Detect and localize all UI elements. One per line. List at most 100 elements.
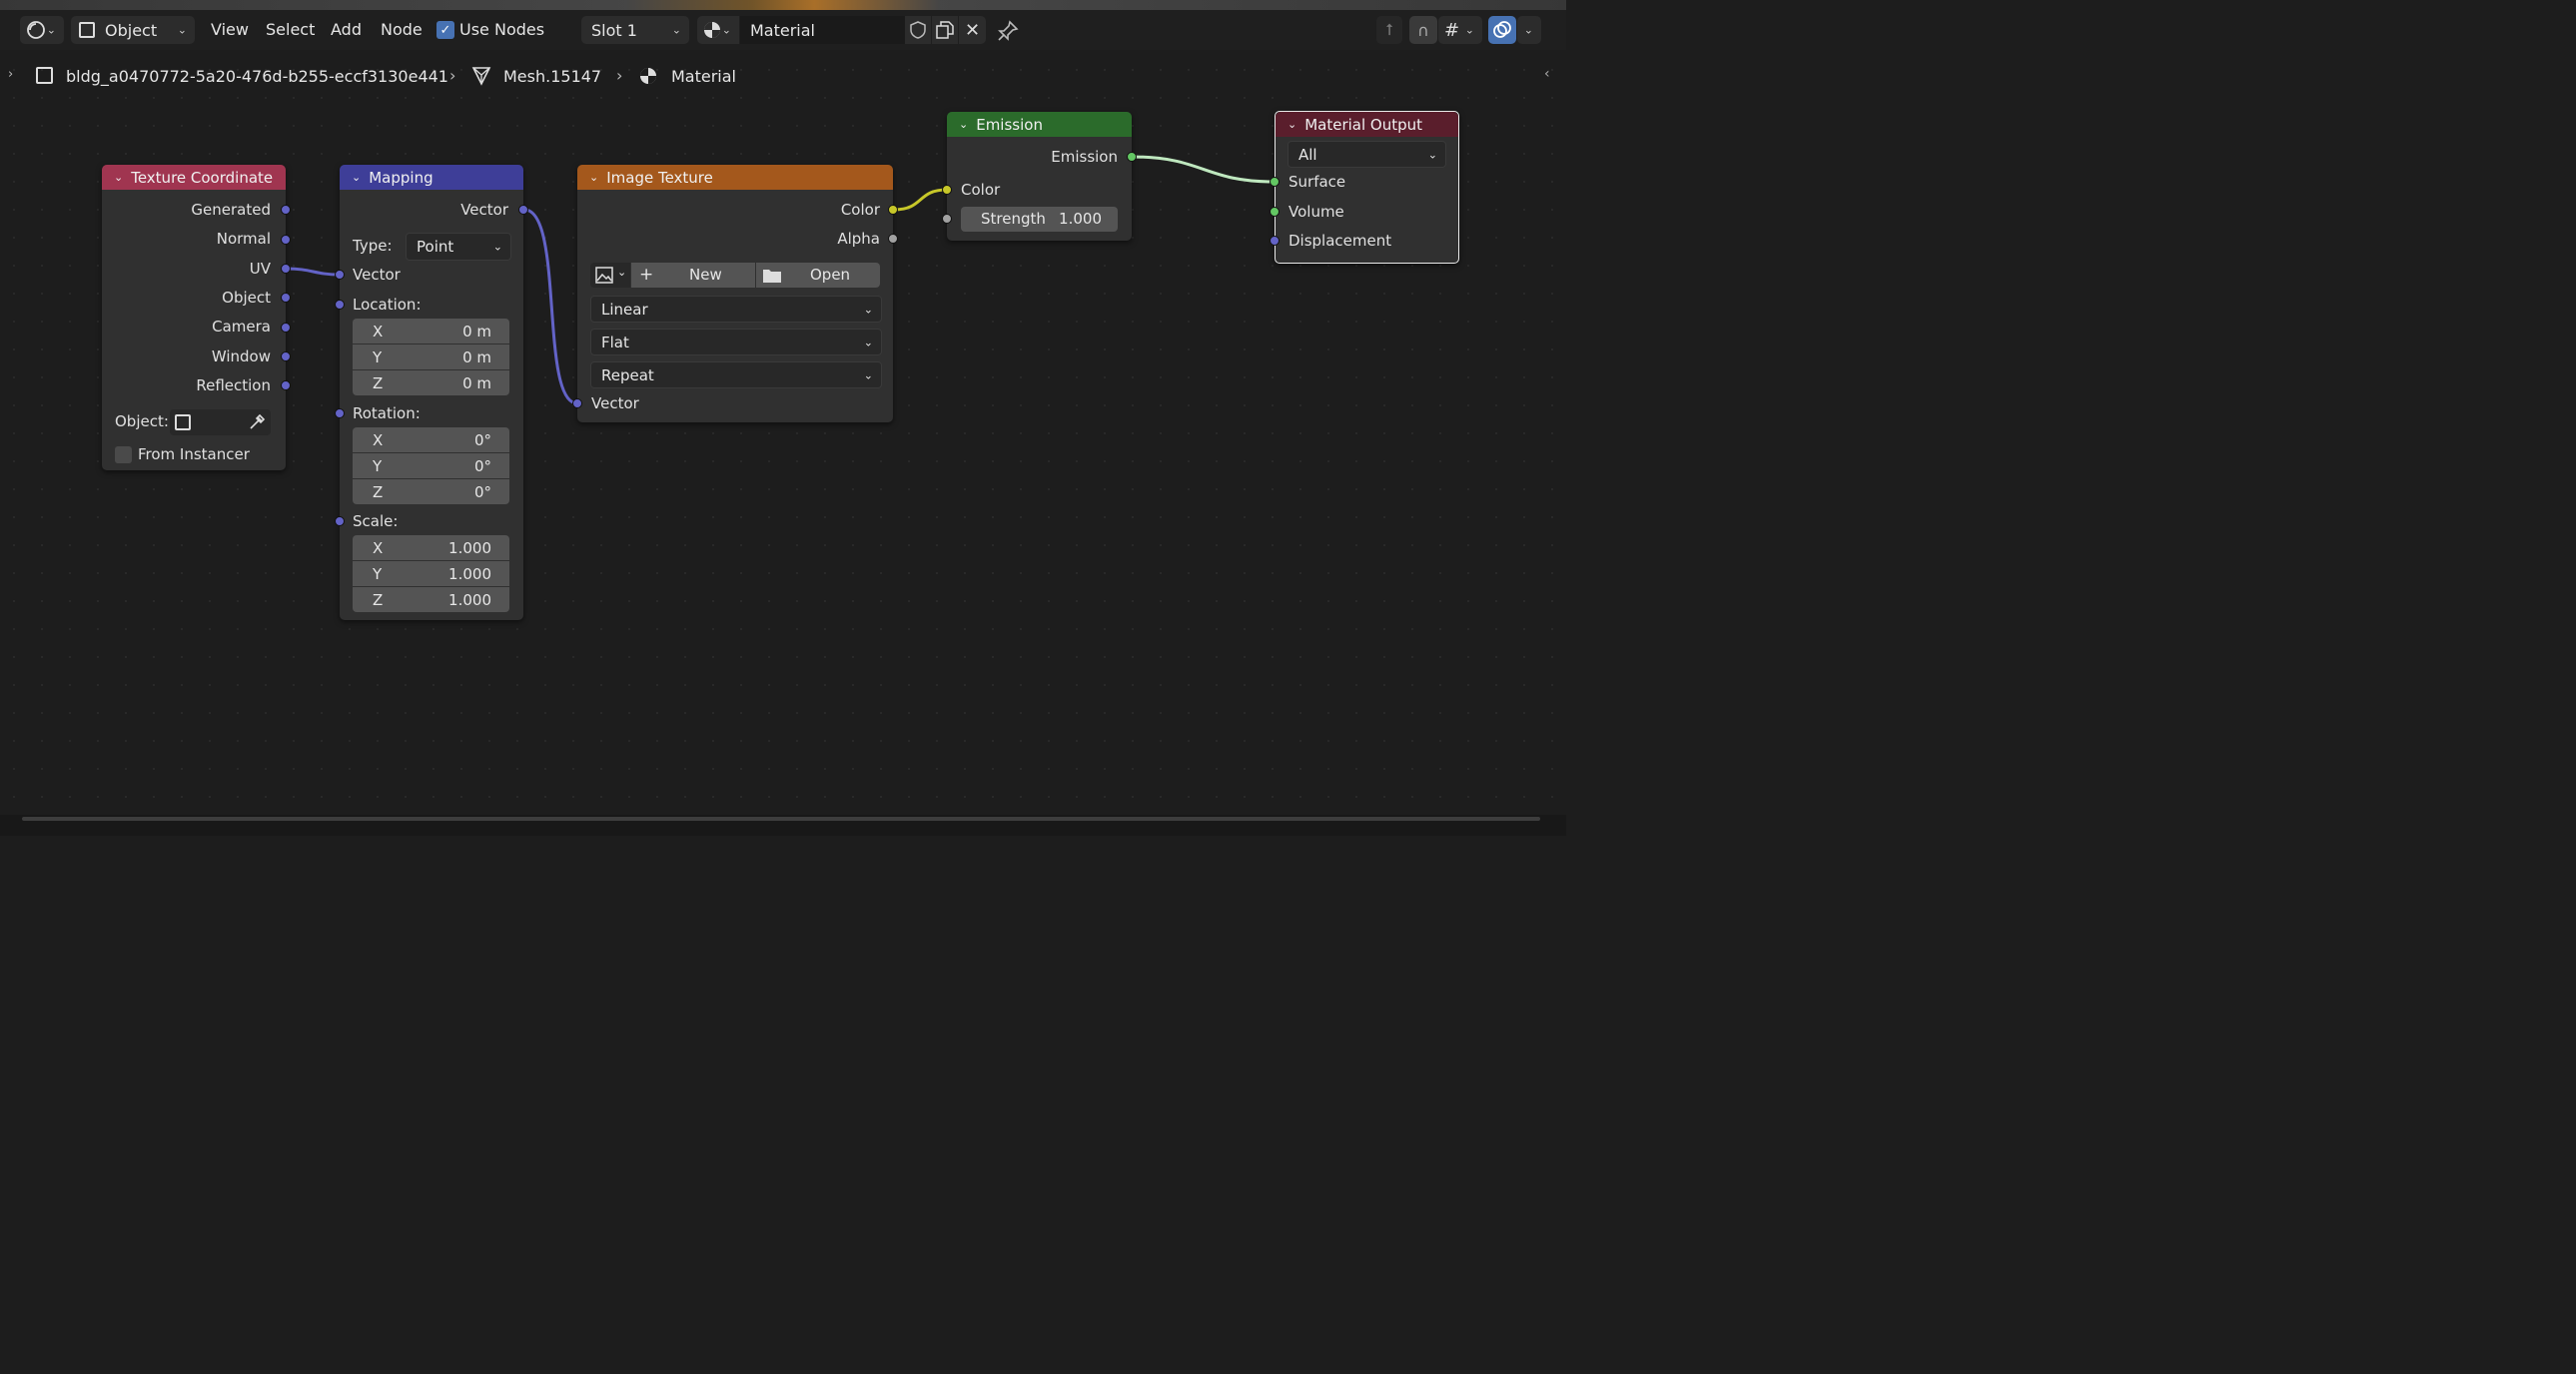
duplicate-material-button[interactable] (932, 16, 958, 44)
socket-rotation[interactable] (335, 408, 345, 418)
node-header[interactable]: ⌄ Mapping (340, 165, 523, 190)
menu-view[interactable]: View (211, 20, 249, 39)
use-nodes-checkbox[interactable]: ✓ (436, 21, 454, 39)
extension-dropdown[interactable]: Repeat ⌄ (590, 361, 882, 388)
node-header[interactable]: ⌄ Emission (947, 112, 1132, 137)
collapse-chevron-icon[interactable]: ⌄ (589, 171, 598, 184)
menu-node[interactable]: Node (381, 20, 423, 39)
type-dropdown[interactable]: Point ⌄ (406, 233, 511, 261)
socket-input-color[interactable] (942, 185, 952, 195)
rotation-x-field[interactable]: X 0° (353, 427, 509, 452)
socket-color[interactable] (888, 205, 898, 215)
axis-value: 0 m (462, 347, 491, 366)
chevron-down-icon: ⌄ (863, 303, 873, 316)
axis-value: 0° (473, 482, 491, 501)
collapse-chevron-icon[interactable]: ⌄ (1288, 118, 1296, 131)
node-material-output[interactable]: ⌄ Material Output All ⌄ Surface Volume D… (1270, 111, 1459, 264)
menu-add[interactable]: Add (331, 20, 362, 39)
socket-emission[interactable] (1127, 152, 1137, 162)
socket-volume[interactable] (1270, 207, 1280, 217)
projection-dropdown[interactable]: Flat ⌄ (590, 329, 882, 355)
location-z-field[interactable]: Z 0 m (353, 370, 509, 395)
extension-value: Repeat (601, 365, 654, 384)
horizontal-scrollbar[interactable] (22, 817, 1540, 821)
snap-toggle[interactable]: ∩ (1409, 16, 1437, 44)
socket-normal[interactable] (281, 235, 291, 245)
location-x-field[interactable]: X 0 m (353, 319, 509, 344)
snap-element-dropdown[interactable]: # ⌄ (1438, 16, 1482, 44)
node-texture-coordinate[interactable]: ⌄ Texture Coordinate Generated Normal UV… (102, 165, 291, 470)
socket-input-vector[interactable] (572, 398, 582, 408)
parent-node-tree-button[interactable]: ⭡ (1376, 16, 1402, 44)
pin-button[interactable] (997, 20, 1019, 46)
unlink-material-button[interactable]: ✕ (959, 16, 986, 44)
socket-camera[interactable] (281, 323, 291, 333)
socket-window[interactable] (281, 351, 291, 361)
socket-location[interactable] (335, 300, 345, 310)
chevron-down-icon: ⌄ (721, 23, 731, 37)
axis-label: Y (373, 456, 383, 475)
node-editor-icon (27, 21, 45, 39)
input-volume-label: Volume (1288, 203, 1344, 221)
menu-select[interactable]: Select (266, 20, 315, 39)
arrow-up-icon: ⭡ (1385, 20, 1393, 39)
open-image-button[interactable]: Open (756, 263, 880, 288)
collapse-chevron-icon[interactable]: ⌄ (352, 171, 361, 184)
strength-value: 1.000 (1059, 210, 1102, 228)
node-header[interactable]: ⌄ Texture Coordinate (102, 165, 286, 190)
socket-displacement[interactable] (1270, 236, 1280, 246)
node-header[interactable]: ⌄ Image Texture (577, 165, 893, 190)
image-browse-button[interactable]: ⌄ (590, 263, 630, 288)
material-browse-button[interactable]: ⌄ (697, 16, 739, 44)
target-dropdown[interactable]: All ⌄ (1288, 141, 1446, 168)
mesh-icon (471, 67, 491, 86)
interpolation-dropdown[interactable]: Linear ⌄ (590, 296, 882, 323)
folder-icon (763, 270, 781, 283)
output-alpha: Alpha (837, 230, 880, 248)
scale-y-field[interactable]: Y 1.000 (353, 561, 509, 586)
object-mode-dropdown[interactable]: Object ⌄ (71, 16, 195, 44)
editor-type-button[interactable]: ⌄ (20, 16, 64, 44)
collapse-chevron-icon[interactable]: ⌄ (114, 171, 123, 184)
output-generated: Generated (191, 201, 271, 219)
material-name-field[interactable]: Material (740, 16, 905, 44)
image-icon (595, 267, 613, 284)
overlays-icon (1493, 21, 1511, 38)
socket-surface[interactable] (1270, 177, 1280, 187)
slot-dropdown[interactable]: Slot 1 ⌄ (581, 16, 689, 44)
scale-z-field[interactable]: Z 1.000 (353, 587, 509, 612)
eyedropper-icon[interactable] (248, 413, 266, 431)
node-image-texture[interactable]: ⌄ Image Texture Color Alpha ⌄ + New Open… (572, 165, 898, 422)
socket-input-vector[interactable] (335, 270, 345, 280)
axis-label: X (373, 430, 384, 449)
node-mapping[interactable]: ⌄ Mapping Vector Type: Point ⌄ Vector Lo… (335, 165, 528, 620)
overlays-toggle[interactable] (1488, 16, 1516, 44)
strength-field[interactable]: Strength 1.000 (961, 207, 1118, 232)
socket-strength[interactable] (942, 214, 952, 224)
socket-uv[interactable] (281, 264, 291, 274)
region-toggle-icon[interactable]: ‹ (1544, 66, 1550, 82)
node-emission[interactable]: ⌄ Emission Emission Color Strength 1.000 (942, 112, 1137, 241)
collapse-chevron-icon[interactable]: ⌄ (959, 118, 968, 131)
location-y-field[interactable]: Y 0 m (353, 344, 509, 369)
socket-reflection[interactable] (281, 380, 291, 390)
socket-scale[interactable] (335, 516, 345, 526)
socket-alpha[interactable] (888, 234, 898, 244)
overlays-dropdown[interactable]: ⌄ (1517, 16, 1541, 44)
from-instancer-checkbox[interactable] (115, 446, 132, 463)
new-image-button[interactable]: + New (631, 263, 755, 288)
type-label: Type: (353, 237, 393, 255)
scale-x-field[interactable]: X 1.000 (353, 535, 509, 560)
axis-label: X (373, 538, 384, 557)
slot-label: Slot 1 (591, 20, 637, 40)
fake-user-button[interactable] (905, 16, 931, 44)
rotation-y-field[interactable]: Y 0° (353, 453, 509, 478)
socket-object[interactable] (281, 293, 291, 303)
rotation-z-field[interactable]: Z 0° (353, 479, 509, 504)
object-picker-field[interactable] (170, 409, 271, 435)
socket-output-vector[interactable] (518, 205, 528, 215)
output-color: Color (840, 201, 880, 219)
sidebar-toggle-icon[interactable]: › (8, 67, 13, 82)
node-header[interactable]: ⌄ Material Output (1276, 112, 1458, 137)
socket-generated[interactable] (281, 205, 291, 215)
